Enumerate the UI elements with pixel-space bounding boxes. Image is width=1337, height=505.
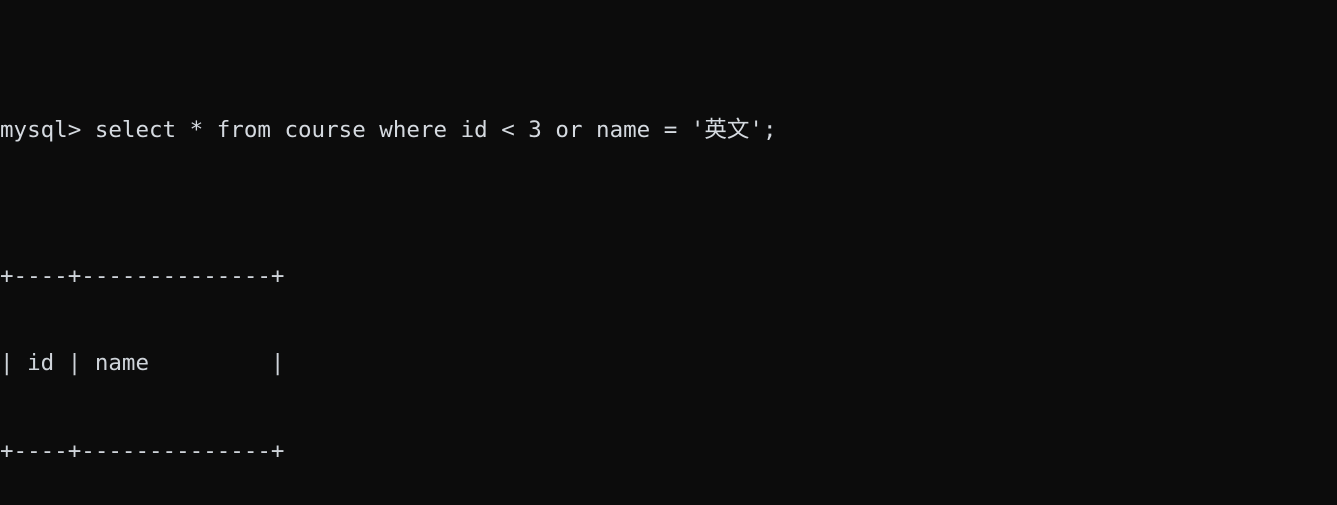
terminal-screen[interactable]: mysql> select * from course where id < 3… bbox=[0, 0, 1337, 505]
table-border-top-1: +----+--------------+ bbox=[0, 262, 285, 289]
terminal-line-query-1: mysql> select * from course where id < 3… bbox=[0, 116, 1337, 145]
table-header-1: | id | name | bbox=[0, 350, 285, 377]
command-line-1: mysql> select * from course where id < 3… bbox=[0, 116, 777, 143]
cjk-text: 英文 bbox=[704, 116, 750, 143]
table-border-mid-1: +----+--------------+ bbox=[0, 438, 285, 464]
terminal-window[interactable]: mysql> select * from course where id < 3… bbox=[0, 0, 1337, 505]
